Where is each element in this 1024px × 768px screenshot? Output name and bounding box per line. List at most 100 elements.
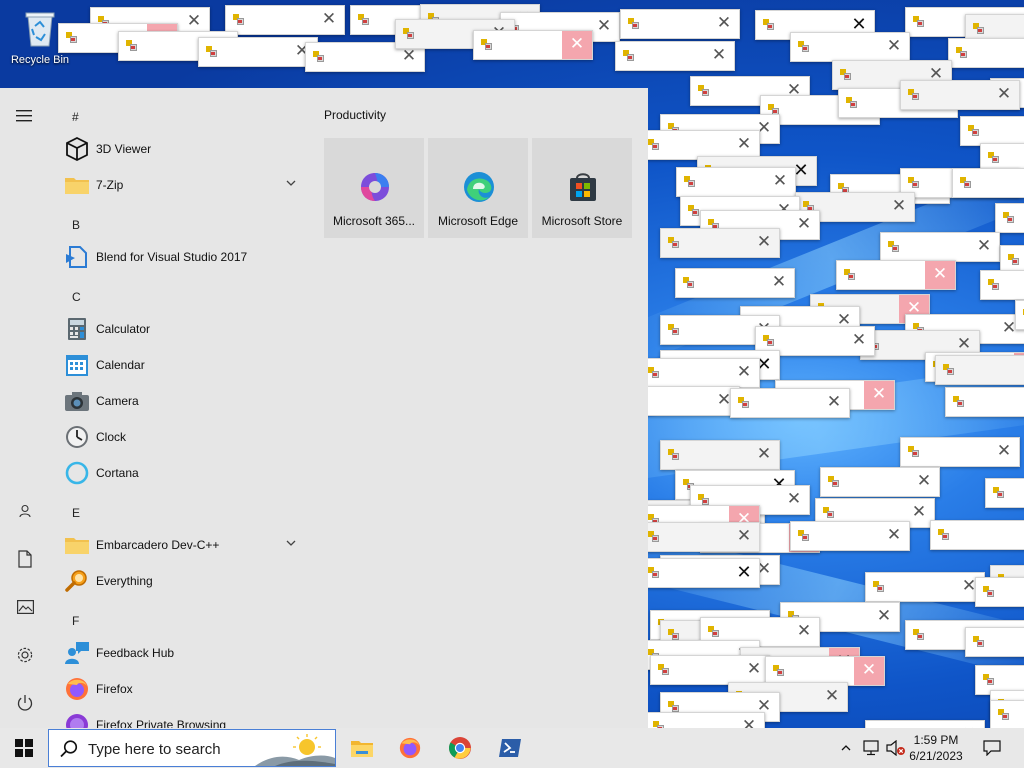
close-icon[interactable]: ✕ — [779, 486, 809, 514]
error-popup-window[interactable]: ✕ — [900, 437, 1020, 467]
close-icon[interactable]: ✕ — [879, 33, 909, 61]
close-icon[interactable]: ✕ — [729, 523, 759, 551]
close-icon[interactable]: ✕ — [729, 359, 759, 387]
app-feedback-hub[interactable]: Feedback Hub — [62, 635, 308, 671]
close-icon[interactable]: ✕ — [954, 721, 984, 728]
error-popup-window[interactable]: ✕ — [975, 577, 1024, 607]
chevron-down-icon[interactable] — [284, 536, 298, 550]
error-popup-window[interactable]: ✕ — [650, 655, 770, 685]
section-header[interactable]: C — [72, 290, 81, 304]
account-button[interactable] — [8, 494, 42, 528]
error-popup-window[interactable]: ✕ — [675, 268, 795, 298]
error-popup-window[interactable]: ✕ — [985, 478, 1024, 508]
error-popup-window[interactable]: ✕ — [1015, 300, 1024, 330]
app-blend-visual-studio[interactable]: Blend for Visual Studio 2017 — [62, 239, 308, 275]
app-cortana[interactable]: Cortana — [62, 455, 308, 491]
error-popup-window[interactable]: ✕ — [952, 168, 1024, 198]
show-hidden-icons-button[interactable] — [836, 728, 856, 768]
close-icon[interactable]: ✕ — [879, 522, 909, 550]
action-center-button[interactable] — [974, 728, 1010, 768]
close-icon[interactable]: ✕ — [869, 603, 899, 631]
app-embarcadero-dev-cpp[interactable]: Embarcadero Dev-C++ — [62, 527, 308, 563]
error-popup-window[interactable]: ✕ — [730, 388, 850, 418]
close-icon[interactable]: ✕ — [989, 81, 1019, 109]
volume-button[interactable] — [884, 728, 908, 768]
close-icon[interactable]: ✕ — [817, 683, 847, 711]
app-firefox[interactable]: Firefox — [62, 671, 308, 707]
tile-group-title[interactable]: Productivity — [324, 108, 386, 122]
error-popup-window[interactable]: ✕ — [836, 260, 956, 290]
close-icon[interactable]: ✕ — [789, 618, 819, 646]
close-icon[interactable]: ✕ — [749, 441, 779, 469]
app-calculator[interactable]: Calculator — [62, 311, 308, 347]
app-clock[interactable]: Clock — [62, 419, 308, 455]
close-icon[interactable]: ✕ — [969, 233, 999, 261]
error-popup-window[interactable]: ✕ — [640, 558, 760, 588]
close-icon[interactable]: ✕ — [864, 381, 894, 409]
close-icon[interactable]: ✕ — [734, 713, 764, 728]
app-camera[interactable]: Camera — [62, 383, 308, 419]
close-icon[interactable]: ✕ — [729, 131, 759, 159]
close-icon[interactable]: ✕ — [819, 389, 849, 417]
close-icon[interactable]: ✕ — [704, 42, 734, 70]
error-popup-window[interactable]: ✕ — [225, 5, 345, 35]
close-icon[interactable]: ✕ — [562, 31, 592, 59]
error-popup-window[interactable]: ✕ — [865, 720, 985, 728]
error-popup-window[interactable]: ✕ — [198, 37, 318, 67]
close-icon[interactable]: ✕ — [709, 10, 739, 38]
taskbar-file-explorer[interactable] — [338, 728, 386, 768]
documents-button[interactable] — [8, 542, 42, 576]
error-popup-window[interactable]: ✕ — [640, 522, 760, 552]
tile-microsoft-store[interactable]: Microsoft Store — [532, 138, 632, 238]
error-popup-window[interactable]: ✕ — [615, 41, 735, 71]
hamburger-menu-button[interactable] — [8, 99, 42, 133]
taskbar-chrome[interactable] — [436, 728, 484, 768]
app-everything[interactable]: Everything — [62, 563, 308, 599]
error-popup-window[interactable]: ✕ — [935, 355, 1024, 385]
error-popup-window[interactable]: ✕ — [640, 358, 760, 388]
recycle-bin[interactable]: Recycle Bin — [4, 6, 76, 76]
app-calendar[interactable]: Calendar — [62, 347, 308, 383]
taskbar-firefox[interactable] — [386, 728, 434, 768]
section-header[interactable]: B — [72, 218, 80, 232]
close-icon[interactable]: ✕ — [1019, 521, 1024, 549]
error-popup-window[interactable]: ✕ — [790, 521, 910, 551]
close-icon[interactable]: ✕ — [884, 193, 914, 221]
close-icon[interactable]: ✕ — [925, 261, 955, 289]
tile-microsoft-365[interactable]: Microsoft 365... — [324, 138, 424, 238]
error-popup-window[interactable]: ✕ — [473, 30, 593, 60]
error-popup-window[interactable]: ✕ — [960, 116, 1024, 146]
close-icon[interactable]: ✕ — [729, 559, 759, 587]
taskbar-search-box[interactable]: Type here to search — [48, 729, 336, 767]
section-header[interactable]: F — [72, 614, 79, 628]
error-popup-window[interactable]: ✕ — [930, 520, 1024, 550]
error-popup-window[interactable]: ✕ — [660, 228, 780, 258]
error-popup-window[interactable]: ✕ — [645, 712, 765, 728]
error-popup-window[interactable]: ✕ — [880, 232, 1000, 262]
settings-button[interactable] — [8, 638, 42, 672]
tile-microsoft-edge[interactable]: Microsoft Edge — [428, 138, 528, 238]
pictures-button[interactable] — [8, 590, 42, 624]
section-header[interactable]: E — [72, 506, 80, 520]
chevron-down-icon[interactable] — [284, 176, 298, 190]
error-popup-window[interactable]: ✕ — [620, 9, 740, 39]
error-popup-window[interactable]: ✕ — [990, 700, 1024, 728]
start-button[interactable] — [0, 728, 48, 768]
close-icon[interactable]: ✕ — [765, 168, 795, 196]
close-icon[interactable]: ✕ — [314, 6, 344, 34]
error-popup-window[interactable]: ✕ — [948, 38, 1024, 68]
error-popup-window[interactable]: ✕ — [900, 80, 1020, 110]
power-button[interactable] — [8, 686, 42, 720]
error-popup-window[interactable]: ✕ — [995, 203, 1024, 233]
error-popup-window[interactable]: ✕ — [676, 167, 796, 197]
error-popup-window[interactable]: ✕ — [660, 440, 780, 470]
error-popup-window[interactable]: ✕ — [980, 270, 1024, 300]
close-icon[interactable]: ✕ — [989, 438, 1019, 466]
close-icon[interactable]: ✕ — [764, 269, 794, 297]
close-icon[interactable]: ✕ — [854, 657, 884, 685]
close-icon[interactable]: ✕ — [789, 211, 819, 239]
error-popup-window[interactable]: ✕ — [790, 32, 910, 62]
close-icon[interactable]: ✕ — [909, 468, 939, 496]
taskbar-powershell[interactable] — [486, 728, 534, 768]
error-popup-window[interactable]: ✕ — [945, 387, 1024, 417]
